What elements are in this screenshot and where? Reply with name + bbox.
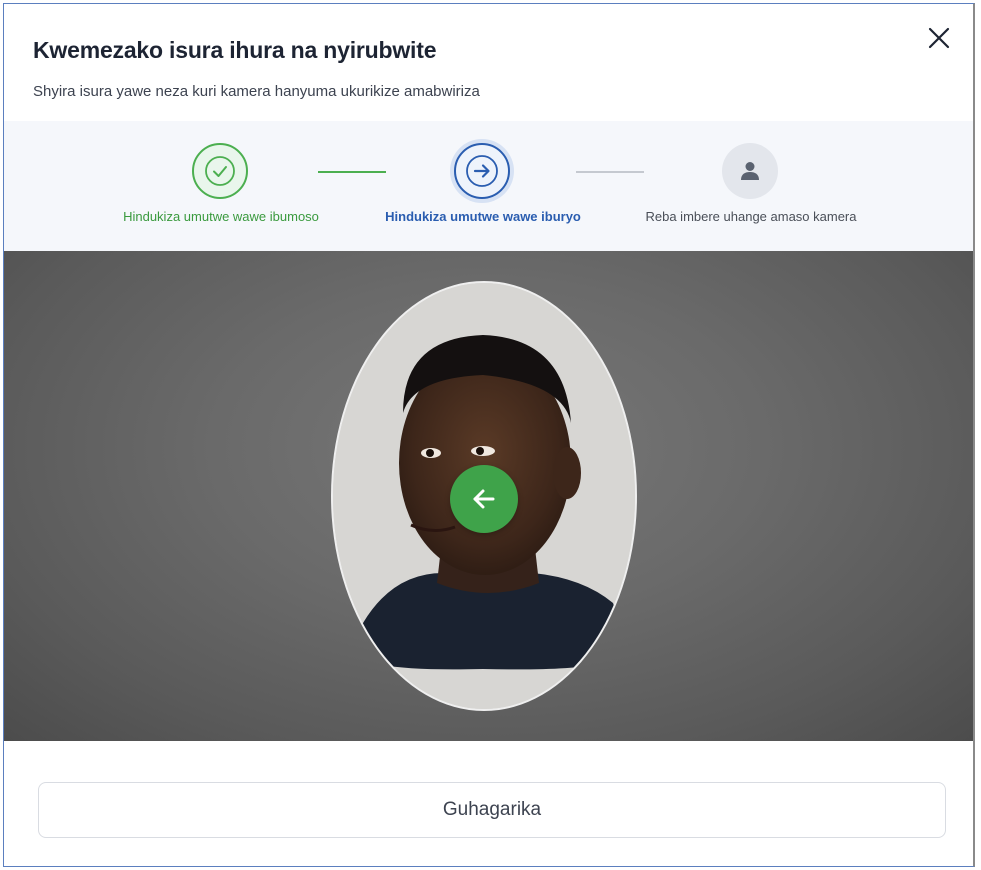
cancel-button[interactable]: Guhagarika xyxy=(38,782,946,838)
arrow-left-icon xyxy=(473,489,495,509)
face-verification-modal: Kwemezako isura ihura na nyirubwite Shyi… xyxy=(3,3,975,867)
step-status-circle xyxy=(722,143,778,199)
modal-title: Kwemezako isura ihura na nyirubwite xyxy=(33,37,437,63)
close-icon xyxy=(928,27,950,49)
step-label: Reba imbere uhange amaso kamera xyxy=(645,209,857,224)
close-button[interactable] xyxy=(925,24,953,52)
step-turn-left: Hindukiza umutwe wawe ibumoso xyxy=(91,121,351,251)
check-icon xyxy=(205,156,235,186)
user-icon xyxy=(741,162,759,180)
step-label: Hindukiza umutwe wawe ibumoso xyxy=(123,209,319,224)
step-look-forward: Reba imbere uhange amaso kamera xyxy=(621,121,881,251)
arrow-right-icon xyxy=(466,155,498,187)
step-status-circle xyxy=(454,143,510,199)
step-label: Hindukiza umutwe wawe iburyo xyxy=(385,209,581,224)
camera-feed xyxy=(4,251,973,741)
modal-subtitle: Shyira isura yawe neza kuri kamera hanyu… xyxy=(33,83,480,100)
modal-footer: Guhagarika xyxy=(4,741,973,866)
step-status-circle xyxy=(192,143,248,199)
step-turn-right: Hindukiza umutwe wawe iburyo xyxy=(353,121,613,251)
progress-stepper: Hindukiza umutwe wawe ibumoso Hindukiza … xyxy=(4,121,973,251)
modal-header: Kwemezako isura ihura na nyirubwite Shyi… xyxy=(4,4,973,121)
turn-direction-badge xyxy=(450,465,518,533)
